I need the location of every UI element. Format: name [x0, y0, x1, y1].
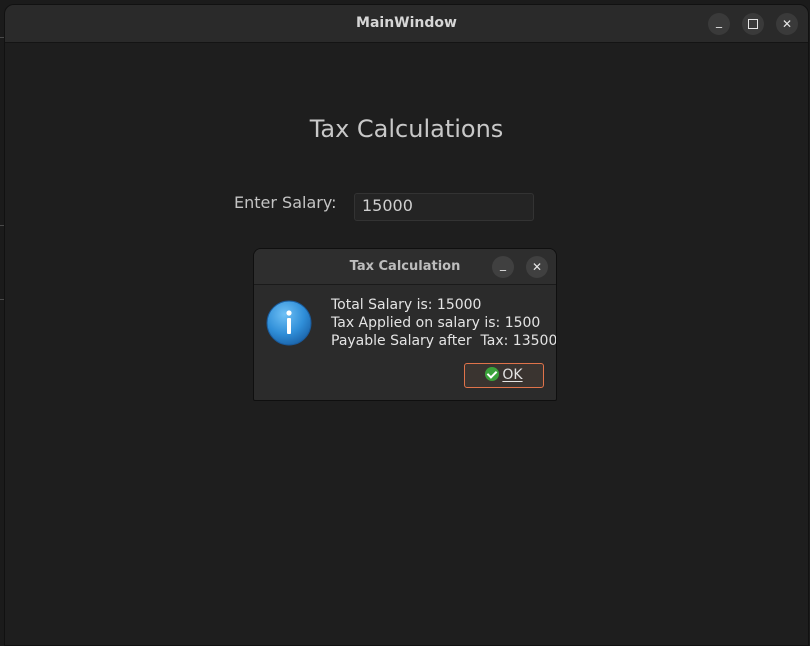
check-icon — [485, 367, 500, 381]
divider — [0, 37, 4, 38]
ok-button-label: OK — [502, 367, 523, 383]
divider — [0, 225, 4, 226]
tax-calculation-dialog: Tax Calculation _ ✕ Total Salary is: 150… — [253, 248, 557, 401]
dialog-minimize-button[interactable]: _ — [492, 256, 514, 278]
dialog-close-button[interactable]: ✕ — [526, 256, 548, 278]
salary-label: Enter Salary: — [234, 193, 337, 212]
ok-button[interactable]: OK — [464, 363, 544, 388]
information-icon — [266, 300, 312, 346]
close-icon: ✕ — [781, 17, 793, 31]
minimize-icon: _ — [500, 257, 506, 271]
maximize-button[interactable] — [742, 13, 764, 35]
dialog-title-bar[interactable]: Tax Calculation _ ✕ — [254, 249, 556, 285]
minimize-icon: _ — [716, 14, 722, 28]
window-title: MainWindow — [356, 15, 457, 31]
minimize-button[interactable]: _ — [708, 13, 730, 35]
dialog-message: Total Salary is: 15000 Tax Applied on sa… — [331, 297, 557, 349]
maximize-icon — [748, 19, 758, 29]
close-button[interactable]: ✕ — [776, 13, 798, 35]
salary-input[interactable]: 15000 — [354, 193, 534, 221]
title-bar[interactable]: MainWindow _ ✕ — [5, 5, 808, 43]
close-icon: ✕ — [531, 260, 543, 274]
page-title: Tax Calculations — [309, 115, 504, 143]
divider — [0, 299, 4, 300]
